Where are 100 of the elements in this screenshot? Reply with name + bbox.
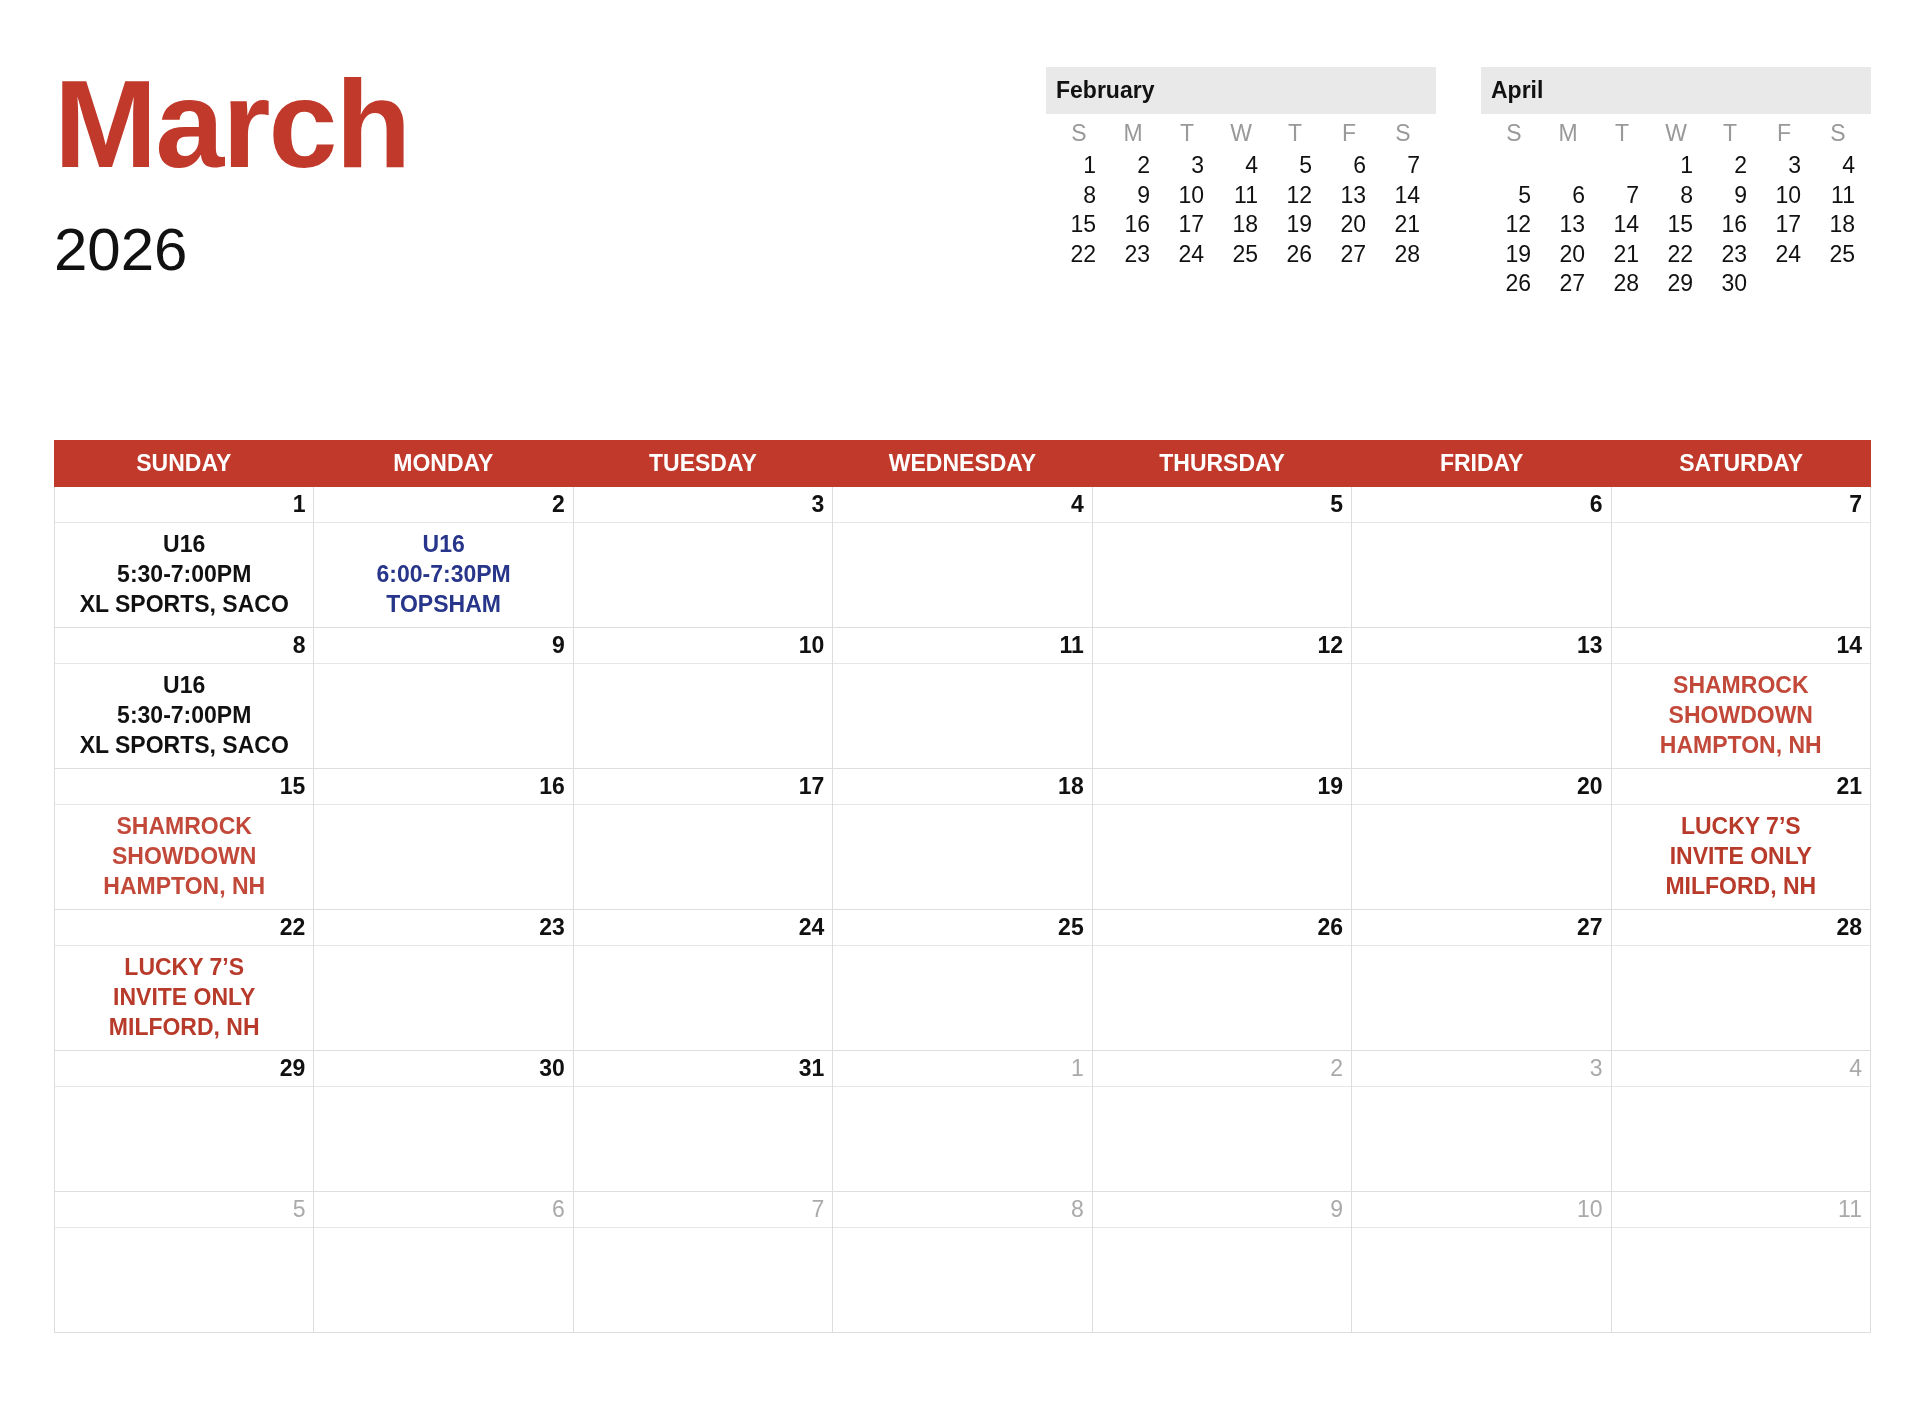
day-number: 23 (539, 914, 565, 941)
day-number: 7 (811, 1196, 825, 1223)
day-number: 28 (1394, 239, 1420, 269)
day-number: 14 (1836, 632, 1862, 659)
day-number: 7 (1626, 180, 1639, 210)
day-number: 20 (1576, 773, 1603, 800)
day-number: 28 (1836, 914, 1862, 941)
weekday-header: WEDNESDAY (887, 450, 1038, 477)
day-number: 8 (1680, 180, 1693, 210)
day-number: 13 (1559, 210, 1585, 239)
event-line: SHOWDOWN (1667, 701, 1814, 730)
day-number: 27 (1559, 269, 1585, 298)
day-number: 5 (1299, 151, 1312, 180)
day-number: 2 (1330, 1055, 1344, 1082)
month-title: March (54, 62, 411, 186)
day-number: 9 (1137, 180, 1150, 210)
day-number: 13 (1340, 180, 1366, 210)
day-number: 18 (1829, 210, 1855, 239)
day-number: 16 (539, 773, 565, 800)
event-line: MILFORD, NH (107, 1013, 261, 1042)
day-number: 29 (1667, 269, 1693, 298)
day-number: 27 (1340, 239, 1366, 269)
day-number: 17 (1178, 210, 1204, 239)
weekday-label: T (1613, 119, 1631, 148)
day-number: 7 (1407, 151, 1420, 180)
weekday-label: F (1775, 119, 1793, 148)
day-number: 11 (1838, 1196, 1862, 1223)
weekday-header: TUESDAY (648, 450, 758, 477)
day-number: 21 (1836, 773, 1862, 800)
weekday-label: M (1557, 119, 1579, 148)
day-number: 19 (1286, 210, 1312, 239)
day-number: 4 (1245, 151, 1258, 180)
day-number: 25 (1232, 239, 1258, 269)
day-number: 14 (1613, 210, 1639, 239)
day-number: 16 (1124, 210, 1150, 239)
event-line: XL SPORTS, SACO (78, 731, 290, 760)
day-number: 3 (1191, 151, 1204, 180)
weekday-header: FRIDAY (1438, 450, 1525, 477)
day-number: 20 (1559, 239, 1585, 269)
weekday-label: S (1394, 119, 1412, 148)
day-number: 21 (1394, 210, 1420, 239)
day-number: 8 (1083, 180, 1096, 210)
day-number: 15 (1070, 210, 1096, 239)
day-number: 26 (1286, 239, 1312, 269)
day-number: 6 (552, 1196, 565, 1223)
day-number: 25 (1058, 914, 1084, 941)
weekday-label: M (1122, 119, 1144, 148)
day-number: 4 (1842, 151, 1855, 180)
event-line: U16 (421, 530, 466, 559)
event-line: LUCKY 7’S (123, 953, 246, 982)
day-number: 7 (1849, 491, 1862, 518)
day-number: 1 (1083, 151, 1096, 180)
event-line: 6:00-7:30PM (375, 560, 512, 589)
day-number: 10 (1178, 180, 1204, 210)
day-number: 6 (1589, 491, 1603, 518)
weekday-label: S (1070, 119, 1088, 148)
weekday-header: SUNDAY (135, 450, 233, 477)
day-number: 3 (811, 491, 825, 518)
event-line: HAMPTON, NH (1658, 731, 1823, 760)
day-number: 28 (1613, 269, 1639, 298)
weekday-header: SATURDAY (1678, 450, 1805, 477)
weekday-label: W (1229, 119, 1253, 148)
day-number: 26 (1505, 269, 1531, 298)
day-number: 10 (1576, 1196, 1603, 1223)
day-number: 12 (1317, 632, 1344, 659)
day-number: 24 (1775, 239, 1801, 269)
day-number: 15 (1667, 210, 1693, 239)
event-line: MILFORD, NH (1664, 872, 1818, 901)
day-number: 31 (798, 1055, 825, 1082)
day-number: 8 (292, 632, 306, 659)
event-line: HAMPTON, NH (102, 872, 267, 901)
day-number: 19 (1317, 773, 1344, 800)
day-number: 22 (1667, 239, 1693, 269)
day-number: 1 (1680, 151, 1693, 180)
day-number: 18 (1232, 210, 1258, 239)
day-number: 11 (1831, 180, 1855, 210)
day-number: 12 (1286, 180, 1312, 210)
weekday-header: MONDAY (392, 450, 495, 477)
day-number: 18 (1058, 773, 1084, 800)
day-number: 30 (539, 1055, 565, 1082)
day-number: 9 (1734, 180, 1747, 210)
weekday-header: THURSDAY (1158, 450, 1286, 477)
day-number: 1 (292, 491, 306, 518)
day-number: 5 (292, 1196, 306, 1223)
event-line: LUCKY 7’S (1679, 812, 1802, 841)
day-number: 4 (1070, 491, 1084, 518)
day-number: 9 (1330, 1196, 1344, 1223)
day-number: 17 (798, 773, 825, 800)
day-number: 26 (1317, 914, 1344, 941)
day-number: 13 (1576, 632, 1603, 659)
day-number: 29 (279, 1055, 306, 1082)
day-number: 5 (1330, 491, 1344, 518)
day-number: 22 (1070, 239, 1096, 269)
year-label: 2026 (54, 220, 189, 280)
day-number: 21 (1613, 239, 1639, 269)
day-number: 4 (1849, 1055, 1862, 1082)
day-number: 27 (1576, 914, 1603, 941)
weekday-label: S (1505, 119, 1523, 148)
day-number: 19 (1505, 239, 1531, 269)
day-number: 24 (1178, 239, 1204, 269)
